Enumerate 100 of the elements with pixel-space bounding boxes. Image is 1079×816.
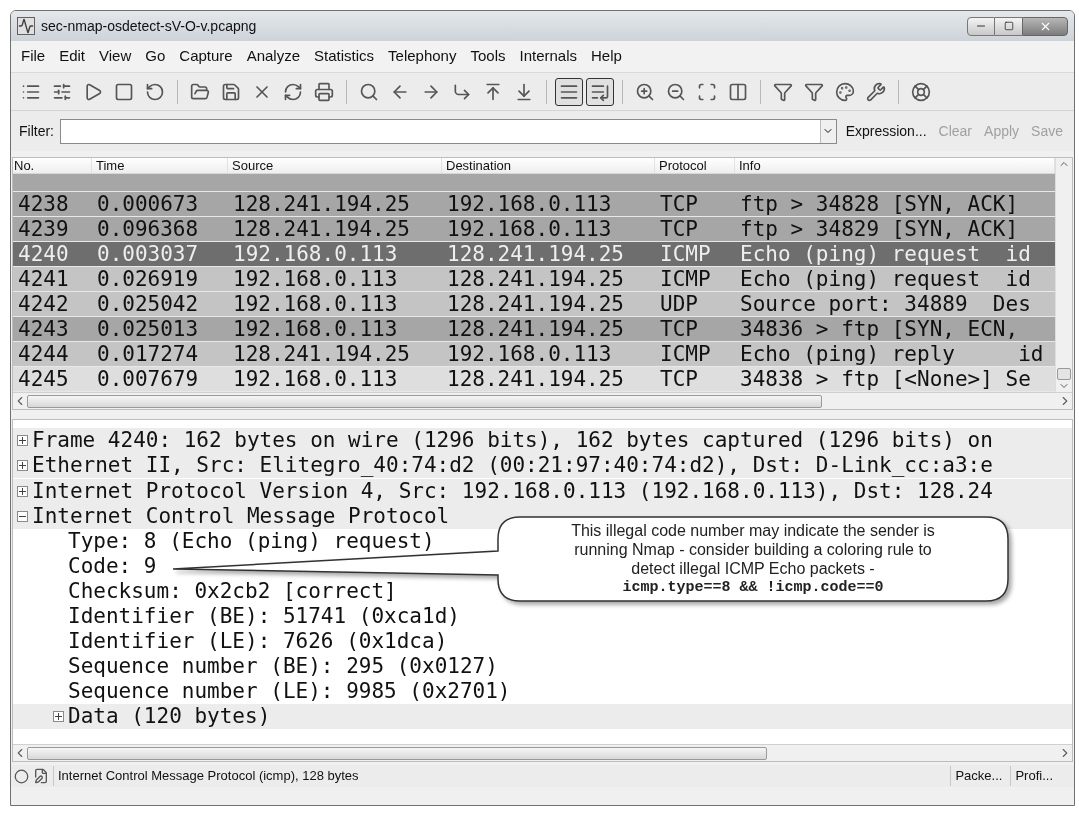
table-cell-text: 192.168.0.113	[232, 316, 399, 342]
menu-item[interactable]: Telephony	[382, 45, 463, 68]
filter-toolbar-button[interactable]: Expression...	[842, 120, 930, 142]
menu-item[interactable]: Go	[139, 45, 172, 68]
wrench-icon	[866, 81, 886, 102]
table-cell-text: 0.025013	[96, 316, 200, 342]
menu-item[interactable]: Tools	[464, 45, 512, 68]
table-cell-text: 192.168.0.113	[446, 216, 613, 242]
table-cell-text: 4241	[17, 266, 70, 292]
maximize-icon	[1003, 21, 1014, 31]
table-cell-text: 128.241.194.25	[446, 266, 625, 292]
menu-item[interactable]: View	[93, 45, 138, 68]
tree-row-text: Sequence number (LE): 9985 (0x2701)	[68, 679, 511, 705]
play-icon	[83, 81, 103, 102]
packet-row[interactable]: 4240 0.003037 192.168.0.113 128.241.194.25 ICMP Echo (ping) request id	[13, 242, 1055, 267]
scrollbar-thumb[interactable]	[27, 394, 822, 408]
table-cell-text: Echo (ping) request id	[739, 241, 1032, 267]
menu-item[interactable]: Help	[585, 45, 628, 68]
table-cell-text: 4245	[17, 366, 70, 392]
stop-icon	[114, 81, 134, 102]
packet-row[interactable]: 4243 0.025013 192.168.0.113 128.241.194.25 TCP 34836 > ftp [SYN, ECN,	[13, 317, 1055, 342]
tree-row-text: Internet Control Message Protocol	[32, 503, 450, 529]
expand-icon[interactable]	[53, 711, 64, 723]
column-header[interactable]: Protocol	[655, 158, 735, 173]
edit-note-icon[interactable]	[33, 768, 49, 784]
column-header[interactable]: No.	[13, 158, 92, 173]
dropdown-button[interactable]	[819, 119, 836, 143]
tree-row-text: Type: 8 (Echo (ping) request)	[68, 529, 435, 555]
table-cell-text: 34836 > ftp [SYN, ECN,	[739, 316, 1020, 342]
column-header[interactable]: Source	[228, 158, 442, 173]
filter-field[interactable]	[60, 118, 837, 144]
table-cell-text: 0.096368	[96, 216, 200, 242]
table-cell-text: 0.017274	[96, 341, 200, 367]
table-cell-text: ftp > 34829 [SYN, ACK]	[739, 216, 1020, 242]
table-cell-text: 128.241.194.25	[232, 216, 411, 242]
printer-icon	[314, 81, 334, 102]
status-pane[interactable]: Packe...	[950, 766, 1007, 786]
collapse-icon[interactable]	[17, 510, 28, 522]
reload-icon	[283, 81, 303, 102]
packet-row[interactable]: 4242 0.025042 192.168.0.113 128.241.194.25 UDP Source port: 34889 Des	[13, 292, 1055, 317]
table-cell-text: 128.241.194.25	[232, 341, 411, 367]
arrow-up-bar-icon	[483, 81, 503, 102]
table-cell-text: 192.168.0.113	[232, 366, 399, 392]
table-cell-text: TCP	[659, 316, 699, 342]
packet-row[interactable]: 4239 0.096368 128.241.194.25 192.168.0.113 TCP ftp > 34829 [SYN, ACK]	[13, 217, 1055, 242]
table-cell-text: Echo (ping) request id	[739, 266, 1032, 292]
expand-icon[interactable]	[17, 435, 28, 446]
menu-item[interactable]: Capture	[173, 45, 239, 68]
window-title: sec-nmap-osdetect-sV-O-v.pcapng	[41, 16, 257, 36]
expand-icon[interactable]	[17, 460, 28, 472]
table-cell-text: 128.241.194.25	[232, 191, 411, 217]
packet-row[interactable]: 4245 0.007679 192.168.0.113 128.241.194.25 TCP 34838 > ftp [<None>] Se	[13, 367, 1055, 392]
maximize-button[interactable]	[995, 16, 1022, 36]
table-cell-text: 4240	[17, 241, 70, 267]
menu-item[interactable]: Internals	[513, 45, 584, 68]
table-cell-text: 0.000673	[96, 191, 200, 217]
scrollbar-thumb[interactable]	[27, 746, 767, 760]
table-cell-text: 192.168.0.113	[446, 191, 613, 217]
menu-item[interactable]: File	[15, 45, 52, 68]
packet-row[interactable]: 4238 0.000673 128.241.194.25 192.168.0.113 TCP ftp > 34828 [SYN, ACK]	[13, 192, 1055, 217]
packet-row[interactable]: 4241 0.026919 192.168.0.113 128.241.194.25 ICMP Echo (ping) request id	[13, 267, 1055, 292]
scrollbar-thumb[interactable]	[1057, 368, 1071, 380]
callout-text: This illegal code number may indicate the sender is running Nmap - consider building a coloring rule to detect illegal ICMP Echo packets -	[570, 521, 936, 578]
toolbar-button[interactable]	[586, 77, 614, 106]
columns-icon	[728, 81, 748, 102]
menu-item[interactable]: Statistics	[308, 45, 381, 68]
column-header[interactable]: Destination	[442, 158, 655, 173]
table-cell-text: 192.168.0.113	[446, 341, 613, 367]
column-header[interactable]: Time	[92, 158, 228, 173]
table-cell-text: 4238	[17, 191, 70, 217]
menu-item[interactable]: Edit	[53, 45, 92, 68]
close-button[interactable]	[1022, 16, 1068, 36]
table-cell-text: ICMP	[659, 241, 712, 267]
tree-row-text: Sequence number (BE): 295 (0x0127)	[68, 654, 498, 680]
status-pane[interactable]: Profi...	[1010, 766, 1057, 786]
sliders-icon	[52, 81, 72, 102]
app-icon	[17, 17, 35, 35]
arrow-down-bar-icon	[514, 81, 534, 102]
zoom-out-icon	[666, 81, 686, 102]
packet-row[interactable]: 4244 0.017274 128.241.194.25 192.168.0.113 ICMP Echo (ping) reply id	[13, 342, 1055, 367]
table-cell-text: Source port: 34889 Des	[739, 291, 1032, 317]
tree-row-text: Identifier (BE): 51741 (0xca1d)	[68, 604, 460, 630]
minimize-button[interactable]	[967, 16, 995, 36]
table-cell-text: Echo (ping) reply id	[739, 341, 1045, 367]
table-cell-text: 128.241.194.25	[446, 291, 625, 317]
toolbar-button[interactable]	[555, 77, 583, 106]
table-cell-text: 4239	[17, 216, 70, 242]
table-cell-text: 0.025042	[96, 291, 200, 317]
tree-row-text: Identifier (LE): 7626 (0x1dca)	[68, 629, 448, 655]
vertical-scrollbar[interactable]	[1055, 158, 1072, 392]
table-cell-text: 34838 > ftp [<None>] Se	[739, 366, 1032, 392]
table-cell-text: TCP	[659, 366, 699, 392]
tree-row-text: Code: 9	[68, 554, 157, 580]
expand-icon[interactable]	[17, 485, 28, 497]
table-cell-text: 0.026919	[96, 266, 200, 292]
table-cell-text: 4243	[17, 316, 70, 342]
status-text: Internet Control Message Protocol (icmp), 128 bytes	[53, 766, 947, 786]
tree-row[interactable]: Data (120 bytes)	[13, 704, 1072, 730]
menu-item[interactable]: Analyze	[240, 45, 307, 68]
restart-icon	[145, 81, 165, 102]
